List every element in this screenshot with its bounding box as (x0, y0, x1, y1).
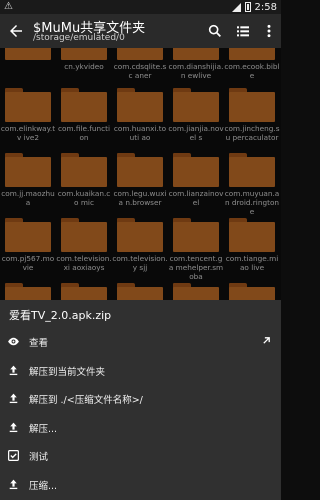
checkbox-icon (8, 450, 19, 462)
bottom-sheet-menu: 爱看TV_2.0.apk.zip 查看 解压到当前文件夹 解压到 ./<压缩文件… (0, 300, 281, 500)
menu-item-label: 解压... (29, 423, 58, 435)
menu-item-view[interactable]: 查看 (0, 327, 281, 356)
current-path: /storage/emulated/0 (33, 33, 125, 43)
compress-icon (9, 479, 18, 490)
battery-icon (244, 2, 251, 12)
warning-icon: ⚠ (4, 1, 13, 12)
menu-item-label: 查看 (29, 338, 49, 349)
menu-item-extract-here[interactable]: 解压到当前文件夹 (0, 356, 281, 385)
menu-item-compress[interactable]: 压缩... (0, 470, 281, 499)
extract-icon (9, 365, 18, 375)
status-bar: ⚠ 2:58 (0, 0, 281, 14)
list-view-icon[interactable] (235, 23, 251, 39)
menu-item-extract-custom[interactable]: 解压... (0, 413, 281, 442)
eye-icon (8, 337, 19, 346)
menu-item-test[interactable]: 测试 (0, 441, 281, 470)
modal-scrim[interactable] (0, 48, 281, 300)
extract-icon (9, 393, 18, 404)
menu-item-label: 测试 (29, 452, 49, 464)
sheet-filename: 爱看TV_2.0.apk.zip (9, 309, 112, 322)
more-options-icon[interactable] (261, 23, 277, 39)
menu-item-label: 压缩... (29, 480, 58, 492)
back-arrow-icon[interactable] (7, 22, 25, 40)
menu-item-extract-to-named[interactable]: 解压到 ./<压缩文件名称>/ (0, 384, 281, 413)
status-time: 2:58 (254, 1, 277, 13)
search-icon[interactable] (207, 23, 223, 39)
signal-icon (231, 2, 241, 12)
open-external-arrow-icon[interactable] (260, 334, 273, 347)
menu-item-label: 解压到当前文件夹 (29, 366, 106, 378)
toolbar: $MuMu共享文件夹 /storage/emulated/0 (0, 14, 281, 48)
menu-item-label: 解压到 ./<压缩文件名称>/ (29, 395, 143, 407)
extract-icon (9, 422, 18, 432)
